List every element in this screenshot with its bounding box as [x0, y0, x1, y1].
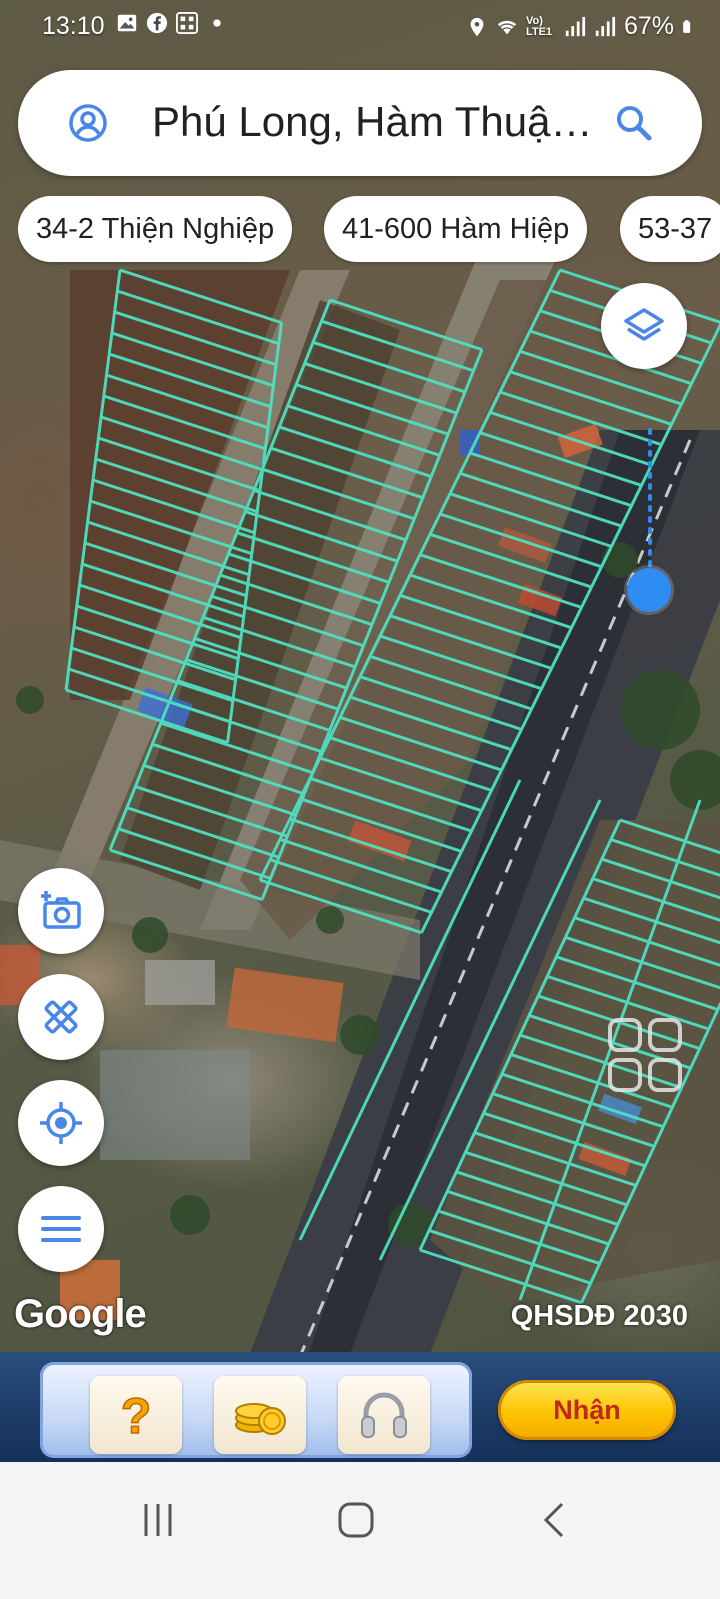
my-location-dot: [627, 568, 671, 612]
ad-tile-question[interactable]: ?: [90, 1376, 182, 1454]
ad-cta-button[interactable]: Nhận: [498, 1380, 676, 1440]
question-icon: ?: [120, 1387, 152, 1445]
measure-tools-icon: [44, 1000, 78, 1034]
my-location-button[interactable]: [18, 1080, 104, 1166]
search-query[interactable]: Phú Long, Hàm Thuậ…: [152, 98, 593, 146]
location-icon: [470, 17, 484, 36]
facebook-icon: [146, 12, 168, 34]
system-nav-bar: [0, 1462, 720, 1599]
menu-button[interactable]: [18, 1186, 104, 1272]
search-bar[interactable]: Phú Long, Hàm Thuậ…: [18, 70, 702, 176]
camera-add-button[interactable]: [18, 868, 104, 954]
wifi-icon: [497, 20, 517, 34]
chip-0[interactable]: 34-2 Thiện Nghiệp: [18, 196, 293, 262]
grid-view-icon[interactable]: [606, 1016, 686, 1096]
layers-button[interactable]: [601, 283, 687, 369]
home-button[interactable]: [316, 1492, 396, 1548]
qr-app-icon: [176, 12, 198, 34]
ad-tile-headphones[interactable]: [338, 1376, 430, 1454]
svg-text:?: ?: [121, 1388, 152, 1444]
measure-tools-button[interactable]: [18, 974, 104, 1060]
ad-panel: ?: [40, 1362, 472, 1458]
battery-percent: 67%: [623, 12, 674, 40]
menu-icon: [41, 1216, 81, 1242]
overlay-label: QHSDĐ 2030: [510, 1300, 688, 1332]
dot-icon: [213, 19, 221, 27]
back-button[interactable]: [514, 1492, 594, 1548]
coins-icon: [235, 1403, 286, 1435]
camera-add-icon: [41, 891, 81, 929]
my-location-icon: [40, 1102, 82, 1144]
battery-icon: [683, 19, 691, 33]
home-icon: [338, 1502, 374, 1538]
chip-2[interactable]: 53-37: [620, 196, 720, 262]
layers-icon: [624, 308, 664, 341]
network-label: Vo) LTE1: [525, 14, 553, 38]
chip-1[interactable]: 41-600 Hàm Hiệp: [324, 196, 588, 262]
ad-tile-coins[interactable]: [214, 1376, 306, 1454]
headphones-icon: [361, 1392, 407, 1438]
signal-icon: [595, 16, 616, 36]
image-icon: [117, 14, 137, 32]
recent-apps-icon: [144, 1504, 172, 1536]
suggestion-chips: 34-2 Thiện Nghiệp 41-600 Hàm Hiệp 53-37: [18, 196, 720, 266]
back-icon: [543, 1502, 564, 1538]
signal-icon: [565, 16, 586, 36]
account-circle-icon[interactable]: [68, 103, 108, 143]
ad-banner[interactable]: ? Nhận: [0, 1352, 720, 1462]
google-logo: Google: [14, 1292, 147, 1336]
recent-apps-button[interactable]: [118, 1492, 198, 1548]
search-icon[interactable]: [614, 103, 654, 143]
status-time: 13:10: [42, 12, 105, 40]
status-bar: 13:10 Vo) LTE1 67%: [0, 0, 720, 52]
